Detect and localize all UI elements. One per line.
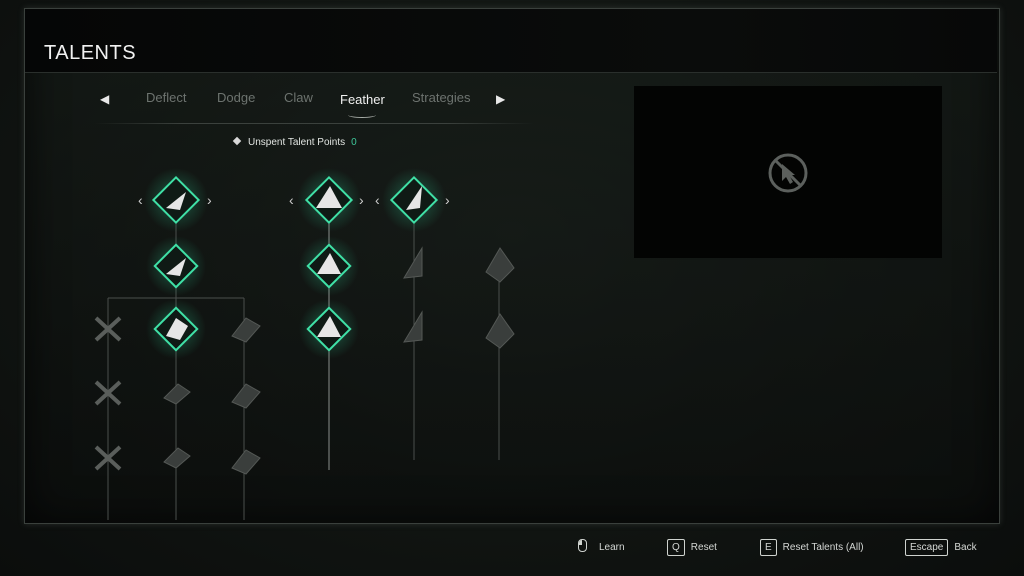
talent-node-col5-row1[interactable]: ‹ ›	[375, 168, 450, 232]
talent-node-locked[interactable]	[163, 447, 191, 469]
talent-node-col4-row1[interactable]: ‹ ›	[289, 168, 364, 232]
talent-tree: ‹ › ‹ › ‹ ›	[94, 168, 515, 520]
e-key-icon: E	[760, 539, 777, 556]
talent-node-locked[interactable]	[231, 317, 261, 343]
talent-node-locked[interactable]	[231, 449, 261, 475]
learn-hint[interactable]: Learn	[578, 539, 625, 559]
reset-hint[interactable]: Q Reset	[667, 539, 717, 559]
node-next-chevron-icon[interactable]: ›	[207, 192, 212, 208]
talent-node-locked[interactable]	[403, 246, 423, 279]
reset-label: Reset	[690, 542, 717, 553]
reset-all-label: Reset Talents (All)	[782, 542, 864, 553]
talent-node-col2-row2[interactable]	[146, 236, 206, 296]
talent-node-col2-row3[interactable]	[146, 299, 206, 359]
talent-node-locked[interactable]	[231, 383, 261, 409]
talent-node-col2-row1[interactable]: ‹ ›	[138, 168, 212, 232]
talent-node-col4-row3[interactable]	[299, 299, 359, 359]
node-prev-chevron-icon[interactable]: ‹	[289, 192, 294, 208]
talent-node-locked[interactable]	[163, 383, 191, 405]
node-next-chevron-icon[interactable]: ›	[359, 192, 364, 208]
talent-node-locked[interactable]	[485, 313, 515, 349]
q-key-icon: Q	[667, 539, 685, 556]
node-next-chevron-icon[interactable]: ›	[445, 192, 450, 208]
talent-node-locked[interactable]	[485, 247, 515, 283]
reset-all-hint[interactable]: E Reset Talents (All)	[760, 539, 864, 559]
learn-label: Learn	[599, 542, 625, 553]
back-hint[interactable]: Escape Back	[905, 539, 977, 559]
node-prev-chevron-icon[interactable]: ‹	[375, 192, 380, 208]
node-prev-chevron-icon[interactable]: ‹	[138, 192, 143, 208]
talent-node-col4-row2[interactable]	[299, 236, 359, 296]
escape-key-icon: Escape	[905, 539, 949, 556]
back-label: Back	[954, 542, 977, 553]
talent-node-locked[interactable]	[403, 310, 423, 343]
mouse-left-click-icon	[578, 539, 587, 552]
